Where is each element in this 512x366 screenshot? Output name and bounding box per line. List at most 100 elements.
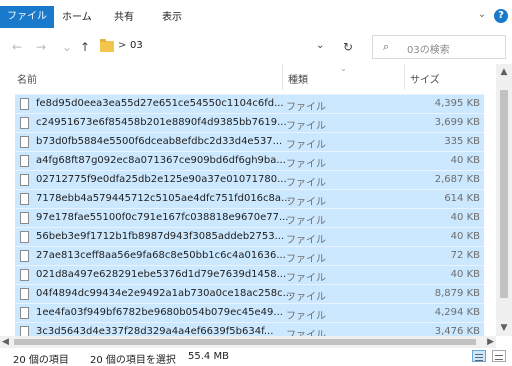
status-selected-size: 55.4 MB — [188, 351, 229, 362]
help-icon[interactable]: ? — [494, 9, 508, 23]
file-type: ファイル — [286, 273, 326, 284]
file-name: 56beb3e9f1712b1fb8987d943f3085addeb2753.… — [36, 231, 285, 242]
file-type: ファイル — [286, 311, 326, 322]
column-size[interactable]: サイズ — [410, 71, 440, 86]
file-size: 3,476 KB — [434, 326, 480, 336]
recent-locations-chevron-icon[interactable]: ⌄ — [60, 39, 74, 55]
file-size: 2,687 KB — [434, 174, 480, 185]
file-icon — [20, 98, 29, 110]
file-type: ファイル — [286, 197, 326, 208]
horizontal-scrollbar[interactable]: ◀ ▶ — [0, 336, 496, 348]
file-list: fe8d95d0eea3ea55d27e651ce54550c1104c6fd.… — [0, 90, 496, 336]
status-selected: 20 個の項目を選択 — [90, 355, 176, 366]
back-arrow-icon[interactable]: ← — [10, 39, 24, 55]
scroll-up-icon[interactable]: ▲ — [496, 66, 512, 78]
file-icon — [20, 174, 29, 186]
file-icon — [20, 288, 29, 300]
file-type: ファイル — [286, 102, 326, 113]
file-size: 8,879 KB — [434, 288, 480, 299]
horizontal-scroll-thumb[interactable] — [14, 339, 476, 345]
tab-share[interactable]: 共有 — [108, 8, 140, 28]
file-icon — [20, 307, 29, 319]
file-icon — [20, 269, 29, 281]
file-icon — [20, 326, 29, 336]
scroll-left-icon[interactable]: ◀ — [2, 336, 9, 348]
address-dropdown-chevron-icon[interactable]: ⌄ — [316, 40, 324, 51]
file-size: 40 KB — [450, 212, 480, 223]
details-view-icon[interactable] — [472, 350, 486, 362]
column-type[interactable]: 種類 — [288, 71, 308, 86]
search-placeholder: 03の検索 — [407, 45, 450, 56]
ribbon: ファイル ホーム 共有 表示 ⌄ ? — [0, 0, 512, 30]
file-row[interactable]: 97e178fae55100f0c791e167fc038818e9670e77… — [15, 208, 484, 227]
file-name: a4fg68ft87g092ec8a071367ce909bd6df6gh9ba… — [36, 155, 286, 166]
breadcrumb-separator: > — [118, 40, 127, 51]
refresh-icon[interactable]: ↻ — [340, 39, 356, 55]
file-icon — [20, 136, 29, 148]
file-icon — [20, 193, 29, 205]
column-divider[interactable] — [282, 64, 283, 90]
tab-file[interactable]: ファイル — [0, 6, 54, 28]
file-size: 4,294 KB — [434, 307, 480, 318]
file-type: ファイル — [286, 159, 326, 170]
file-name: 021d8a497e628291ebe5376d1d79e7639d1458..… — [36, 269, 287, 280]
vertical-scrollbar[interactable]: ▲ ▼ — [496, 64, 512, 336]
tab-home[interactable]: ホーム — [56, 8, 98, 28]
column-divider[interactable] — [404, 64, 405, 90]
file-name: 7178ebb4a579445712c5105ae4dfc751fd016c8a… — [36, 193, 291, 204]
file-row[interactable]: c24951673e6f85458b201e8890f4d9385bb7619.… — [15, 113, 484, 132]
up-arrow-icon[interactable]: ↑ — [78, 39, 92, 55]
file-icon — [20, 250, 29, 262]
tab-view[interactable]: 表示 — [156, 8, 188, 28]
address-bar[interactable]: > 03 ⌄ — [96, 35, 364, 59]
file-type: ファイル — [286, 235, 326, 246]
file-size: 335 KB — [444, 136, 480, 147]
search-input[interactable]: ⌕ 03の検索 — [372, 35, 506, 59]
file-row[interactable]: 56beb3e9f1712b1fb8987d943f3085addeb2753.… — [15, 227, 484, 246]
column-name[interactable]: 名前 — [17, 71, 37, 86]
search-icon: ⌕ — [383, 40, 390, 53]
file-row[interactable]: 02712775f9e0dfa25db2e125e90a37e01071780.… — [15, 170, 484, 189]
file-name: 3c3d5643d4e337f28d329a4a4ef6639f5b634f..… — [36, 326, 274, 336]
sort-chevron-icon: ⌄ — [340, 64, 347, 73]
file-size: 72 KB — [450, 250, 480, 261]
file-type: ファイル — [286, 178, 326, 189]
scroll-right-icon[interactable]: ▶ — [487, 336, 494, 348]
file-row[interactable]: 1ee4fa03f949bf6782be9680b054b079ec45e49.… — [15, 303, 484, 322]
file-icon — [20, 155, 29, 167]
file-type: ファイル — [286, 140, 326, 151]
file-size: 4,395 KB — [434, 98, 480, 109]
status-bar: 20 個の項目 20 個の項目を選択 55.4 MB — [0, 348, 512, 366]
file-name: 27ae813ceff8aa56e9fa68c8e50bb1c6c4a01636… — [36, 250, 286, 261]
file-row[interactable]: b73d0fb5884e5500f6dceab8efdbc2d33d4e537.… — [15, 132, 484, 151]
file-row[interactable]: 021d8a497e628291ebe5376d1d79e7639d1458..… — [15, 265, 484, 284]
file-type: ファイル — [286, 121, 326, 132]
file-icon — [20, 231, 29, 243]
file-name: 1ee4fa03f949bf6782be9680b054b079ec45e49.… — [36, 307, 283, 318]
file-type: ファイル — [286, 292, 326, 303]
file-size: 614 KB — [444, 193, 480, 204]
file-icon — [20, 212, 29, 224]
ribbon-expand-chevron-icon[interactable]: ⌄ — [476, 9, 488, 21]
file-row[interactable]: a4fg68ft87g092ec8a071367ce909bd6df6gh9ba… — [15, 151, 484, 170]
large-icons-view-icon[interactable] — [492, 350, 506, 362]
file-row[interactable]: 7178ebb4a579445712c5105ae4dfc751fd016c8a… — [15, 189, 484, 208]
file-size: 40 KB — [450, 269, 480, 280]
file-name: 97e178fae55100f0c791e167fc038818e9670e77… — [36, 212, 289, 223]
file-row[interactable]: 27ae813ceff8aa56e9fa68c8e50bb1c6c4a01636… — [15, 246, 484, 265]
file-row[interactable]: 04f4894dc99434e2e9492a1ab730a0ce18ac258c… — [15, 284, 484, 303]
vertical-scroll-thumb[interactable] — [500, 90, 508, 298]
file-row[interactable]: 3c3d5643d4e337f28d329a4a4ef6639f5b634f..… — [15, 322, 484, 336]
file-row[interactable]: fe8d95d0eea3ea55d27e651ce54550c1104c6fd.… — [15, 94, 484, 113]
file-size: 3,699 KB — [434, 117, 480, 128]
status-item-count: 20 個の項目 — [13, 355, 69, 366]
scroll-down-icon[interactable]: ▼ — [496, 322, 512, 334]
file-type: ファイル — [286, 216, 326, 227]
file-size: 40 KB — [450, 231, 480, 242]
forward-arrow-icon[interactable]: → — [34, 39, 48, 55]
file-name: fe8d95d0eea3ea55d27e651ce54550c1104c6fd.… — [36, 98, 284, 109]
file-name: 04f4894dc99434e2e9492a1ab730a0ce18ac258c… — [36, 288, 293, 299]
folder-icon — [100, 39, 114, 52]
breadcrumb-segment[interactable]: 03 — [130, 40, 143, 51]
file-size: 40 KB — [450, 155, 480, 166]
